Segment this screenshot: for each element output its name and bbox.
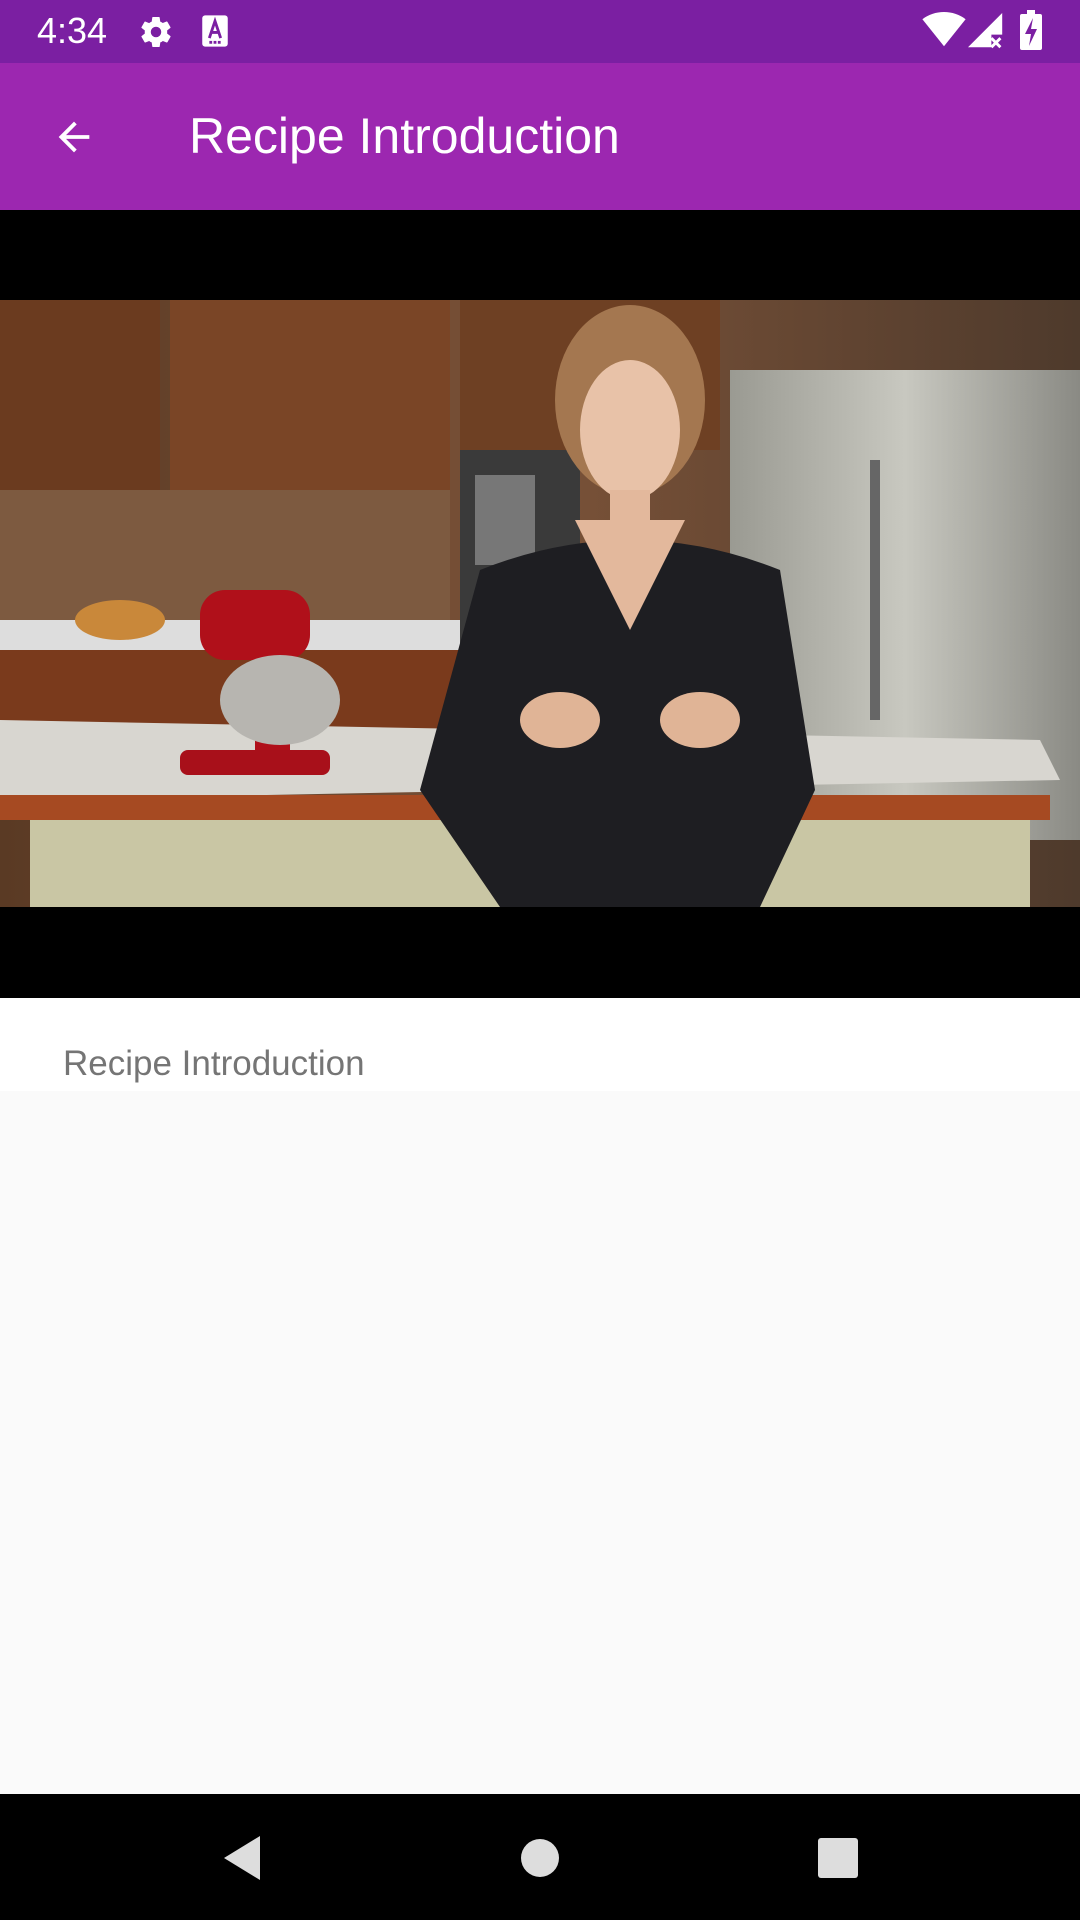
page-title: Recipe Introduction [189,108,620,164]
caption-area: Recipe Introduction [0,998,1080,1091]
arrow-back-icon [58,121,90,153]
system-nav-bar [0,1794,1080,1920]
battery-charging-icon [1020,10,1042,50]
home-circle-icon[interactable] [508,1826,572,1890]
signal-icon [968,13,1003,49]
back-button[interactable] [38,101,110,173]
status-bar: 4:34 [0,0,1080,63]
text-a-icon [202,15,228,47]
app-bar: Recipe Introduction [0,63,1080,210]
wifi-icon [922,12,966,47]
recents-square-icon[interactable] [806,1826,870,1890]
video-player[interactable] [0,210,1080,998]
gear-icon [141,17,171,48]
back-triangle-icon[interactable] [210,1826,274,1890]
video-frame [0,300,1080,907]
video-caption: Recipe Introduction [63,1044,365,1083]
status-time: 4:34 [37,10,108,51]
